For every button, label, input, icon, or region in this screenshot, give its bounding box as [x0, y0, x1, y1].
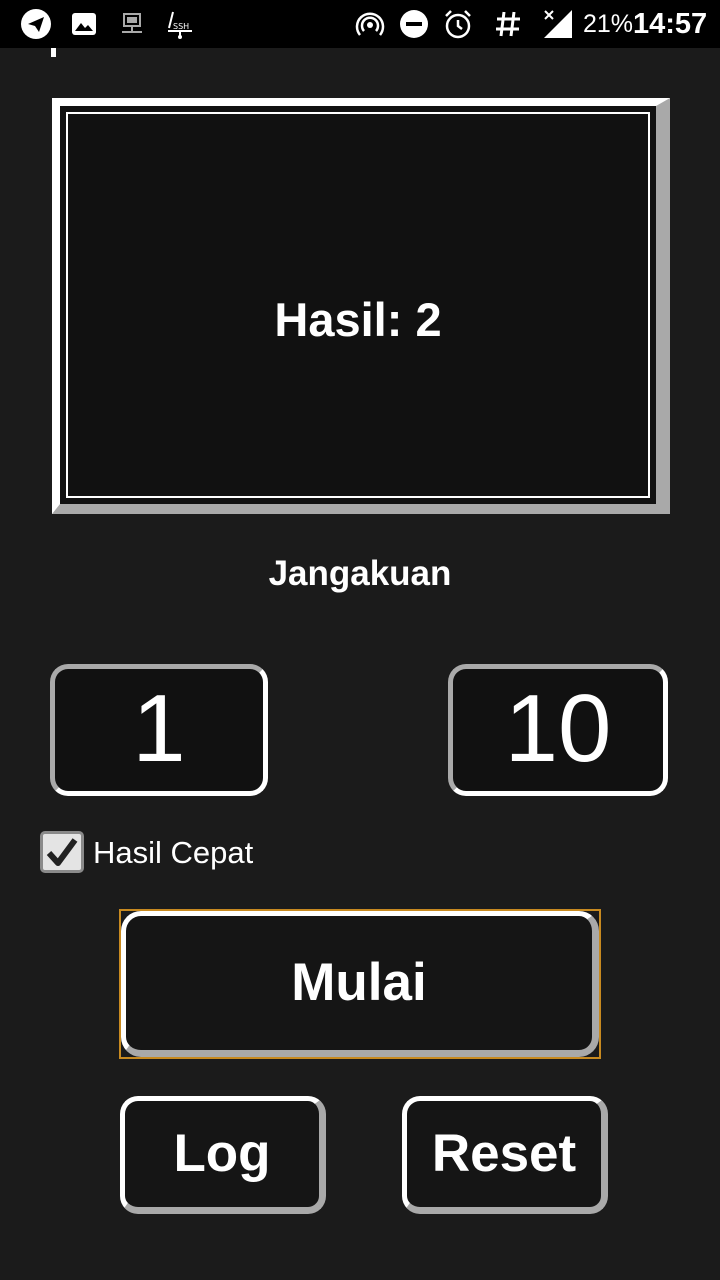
- reset-button[interactable]: Reset: [402, 1096, 608, 1214]
- result-text: Hasil: 2: [274, 293, 442, 346]
- fast-result-label[interactable]: Hasil Cepat: [93, 834, 253, 872]
- checkmark-icon: [46, 838, 78, 866]
- signal-icon: [542, 8, 574, 40]
- status-clock: 14:57: [633, 8, 708, 40]
- range-max-input[interactable]: 10: [448, 664, 668, 796]
- ssh-icon: SSH: [164, 8, 196, 40]
- start-button[interactable]: Mulai: [121, 911, 599, 1057]
- result-panel-inner-border: Hasil: 2: [66, 112, 650, 498]
- app-screen: SSH 21% 14:57 Hasil: 2 Jangakuan 1 10 Ha…: [0, 0, 720, 1280]
- battery-percentage: 21%: [583, 10, 634, 38]
- alarm-icon: [442, 8, 474, 40]
- log-button[interactable]: Log: [120, 1096, 326, 1214]
- network-icon: [116, 8, 148, 40]
- telegram-icon: [20, 8, 52, 40]
- range-title: Jangakuan: [268, 554, 452, 593]
- do-not-disturb-icon: [398, 8, 430, 40]
- gallery-icon: [68, 8, 100, 40]
- hash-icon: [492, 8, 524, 40]
- fast-result-checkbox[interactable]: [40, 831, 84, 873]
- status-bar: SSH 21% 14:57: [0, 0, 720, 48]
- range-min-input[interactable]: 1: [50, 664, 268, 796]
- scroll-indicator: [51, 48, 56, 57]
- svg-text:SSH: SSH: [173, 22, 189, 31]
- result-panel: Hasil: 2: [52, 98, 670, 514]
- hotspot-icon: [354, 8, 386, 40]
